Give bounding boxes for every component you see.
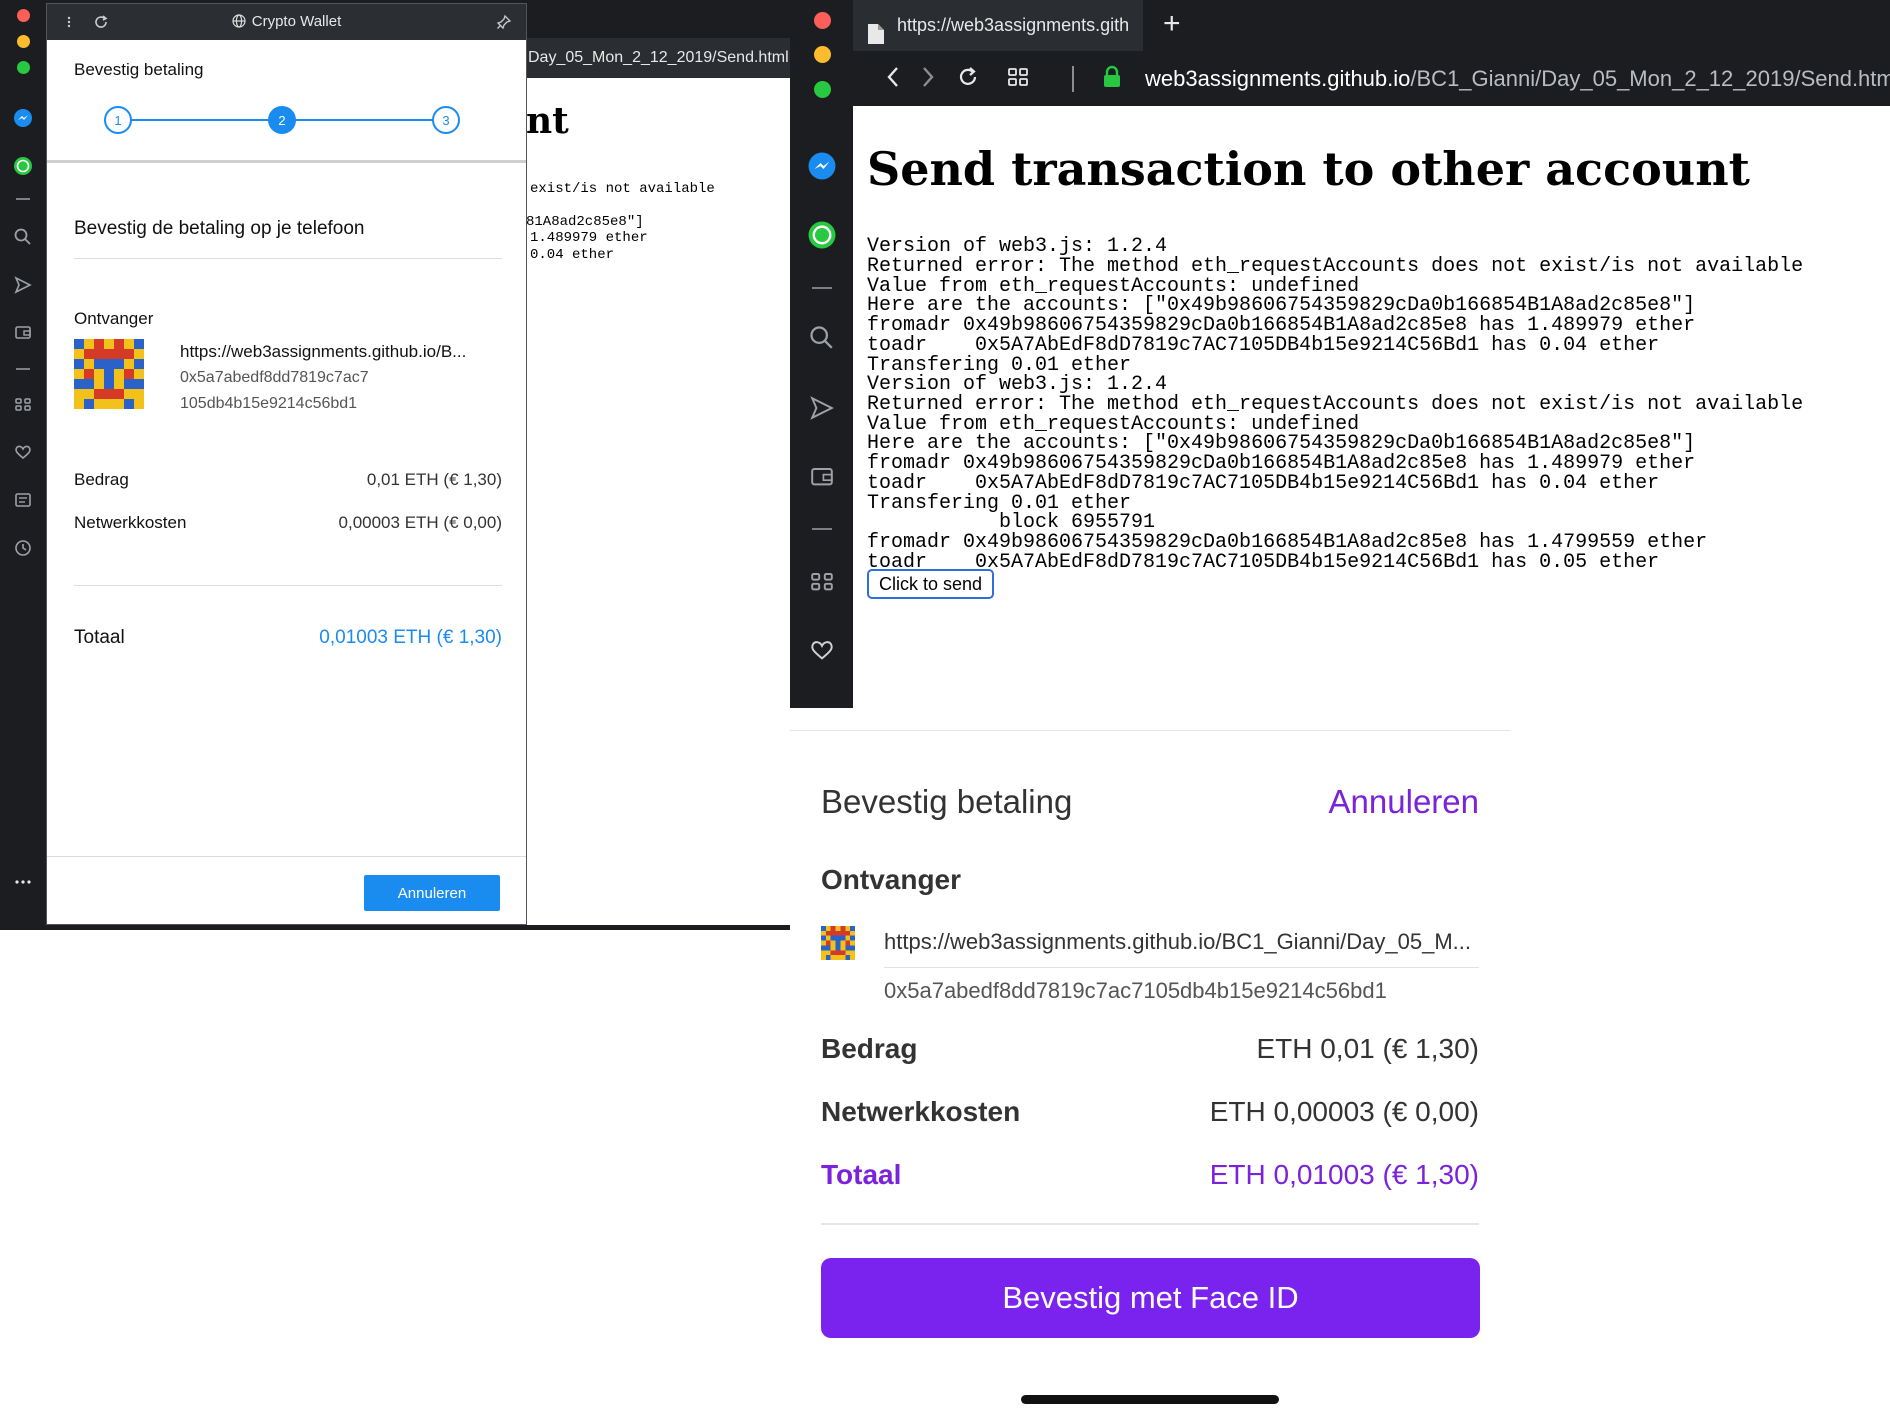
forward-icon[interactable] <box>913 62 943 92</box>
cancel-button[interactable]: Annuleren <box>1329 783 1479 821</box>
fee-value: 0,00003 ETH (€ 0,00) <box>338 513 502 532</box>
sidebar-separator <box>812 528 832 530</box>
divider <box>821 1223 1479 1225</box>
wallet-titlebar: Crypto Wallet <box>47 4 526 40</box>
recipient-url: https://web3assignments.github.io/B... <box>180 342 467 361</box>
history-icon[interactable] <box>11 536 35 560</box>
background-page: Day_05_Mon_2_12_2019/Send.html nt exist/… <box>526 38 790 925</box>
globe-icon <box>232 6 246 42</box>
recipient-label: Ontvanger <box>74 309 154 328</box>
right-browser-window: https://web3assignments.gith + web3assig… <box>790 0 1890 708</box>
amount-label: Bedrag <box>821 1033 918 1064</box>
search-icon[interactable] <box>806 322 838 354</box>
back-icon[interactable] <box>878 62 908 92</box>
grid-icon[interactable] <box>806 565 838 597</box>
amount-label: Bedrag <box>74 470 129 489</box>
wallet-header-title: Bevestig betaling <box>74 60 204 79</box>
pin-icon[interactable] <box>494 12 514 32</box>
fee-label: Netwerkkosten <box>74 513 187 532</box>
messenger-icon[interactable] <box>806 150 838 182</box>
sidebar-separator <box>16 368 30 370</box>
fee-value: ETH 0,00003 (€ 0,00) <box>1209 1096 1479 1127</box>
tabs-grid-icon[interactable] <box>1003 62 1033 92</box>
send-icon[interactable] <box>11 273 35 297</box>
amount-value: 0,01 ETH (€ 1,30) <box>366 470 502 489</box>
heart-icon[interactable] <box>806 634 838 666</box>
background-tab[interactable]: Day_05_Mon_2_12_2019/Send.html <box>526 38 790 78</box>
total-label: Totaal <box>74 627 125 648</box>
crypto-wallet-panel: Crypto Wallet Bevestig betaling 1 2 3 Be… <box>46 3 527 925</box>
recipient-address: 0x5a7abedf8dd7819c7ac7105db4b15e9214c56b… <box>884 978 1387 1003</box>
header-divider <box>47 160 526 163</box>
confirm-on-phone-title: Bevestig de betaling op je telefoon <box>74 218 365 239</box>
wallet-title: Crypto Wallet <box>47 4 526 40</box>
url-path: /BC1_Gianni/Day_05_Mon_2_12_2019/Send.ht… <box>1410 66 1890 91</box>
step-1: 1 <box>104 106 132 134</box>
whatsapp-icon[interactable] <box>806 219 838 251</box>
toolbar-divider <box>1072 66 1074 92</box>
lock-icon[interactable] <box>1097 62 1127 92</box>
home-indicator <box>1021 1395 1279 1404</box>
total-label: Totaal <box>821 1159 902 1190</box>
maximize-window-button[interactable] <box>814 81 831 98</box>
maximize-window-button[interactable] <box>17 61 30 74</box>
address-bar[interactable]: web3assignments.github.io/BC1_Gianni/Day… <box>1145 62 1890 96</box>
ios-confirmation-sheet: Bevestig betaling Annuleren Ontvanger ht… <box>790 730 1510 1417</box>
background-log-line: 1.489979 ether <box>530 230 648 246</box>
cancel-button[interactable]: Annuleren <box>364 875 500 911</box>
recipient-address-line-1: 0x5a7abedf8dd7819c7ac7 <box>180 369 369 386</box>
step-2: 2 <box>268 106 296 134</box>
page-content: Send transaction to other account Versio… <box>853 106 1890 708</box>
left-sidebar <box>0 0 46 930</box>
minimize-window-button[interactable] <box>17 35 30 48</box>
wallet-title-text: Crypto Wallet <box>251 13 342 30</box>
sheet-title: Bevestig betaling <box>821 783 1073 820</box>
recipient-address-line-2: 105db4b15e9214c56bd1 <box>180 395 358 412</box>
close-window-button[interactable] <box>17 9 30 22</box>
browser-tab[interactable]: https://web3assignments.gith <box>853 0 1143 51</box>
recipient-identicon <box>821 926 855 960</box>
background-log-line: exist/is not available <box>530 181 715 197</box>
right-sidebar <box>790 0 853 708</box>
new-tab-button[interactable]: + <box>1163 4 1181 44</box>
confirm-face-id-button[interactable]: Bevestig met Face ID <box>821 1258 1480 1338</box>
news-icon[interactable] <box>11 488 35 512</box>
wallet-icon[interactable] <box>806 460 838 492</box>
background-page-heading: nt <box>526 100 569 142</box>
reload-icon[interactable] <box>953 62 983 92</box>
progress-stepper: 1 2 3 <box>104 106 460 134</box>
messenger-icon[interactable] <box>11 106 35 130</box>
search-icon[interactable] <box>11 225 35 249</box>
wallet-icon[interactable] <box>11 320 35 344</box>
sidebar-separator <box>812 287 832 289</box>
tab-title: https://web3assignments.gith <box>897 15 1130 35</box>
total-value: 0,01003 ETH (€ 1,30) <box>319 627 502 648</box>
sidebar-separator <box>16 198 30 200</box>
grid-icon[interactable] <box>11 392 35 416</box>
heart-icon[interactable] <box>11 440 35 464</box>
amount-value: ETH 0,01 (€ 1,30) <box>1256 1033 1479 1064</box>
minimize-window-button[interactable] <box>814 46 831 63</box>
recipient-identicon <box>74 339 144 409</box>
recipient-url: https://web3assignments.github.io/BC1_Gi… <box>884 929 1471 954</box>
step-3: 3 <box>432 106 460 134</box>
page-heading: Send transaction to other account <box>867 142 1750 196</box>
send-icon[interactable] <box>806 392 838 424</box>
left-browser-window: Day_05_Mon_2_12_2019/Send.html nt exist/… <box>0 0 790 930</box>
divider <box>74 585 502 586</box>
divider <box>884 967 1479 968</box>
background-log-line: 81A8ad2c85e8"] <box>526 214 644 230</box>
click-to-send-button[interactable]: Click to send <box>867 569 995 599</box>
close-window-button[interactable] <box>814 12 831 29</box>
more-icon[interactable] <box>11 870 35 894</box>
divider <box>74 258 502 259</box>
total-value: ETH 0,01003 (€ 1,30) <box>1209 1159 1479 1190</box>
whatsapp-icon[interactable] <box>11 154 35 178</box>
document-icon <box>867 14 885 51</box>
fee-label: Netwerkkosten <box>821 1096 1021 1127</box>
recipient-label: Ontvanger <box>821 864 962 895</box>
background-log-line: 0.04 ether <box>530 247 615 263</box>
url-host: web3assignments.github.io <box>1145 66 1411 91</box>
footer-divider <box>47 856 526 857</box>
